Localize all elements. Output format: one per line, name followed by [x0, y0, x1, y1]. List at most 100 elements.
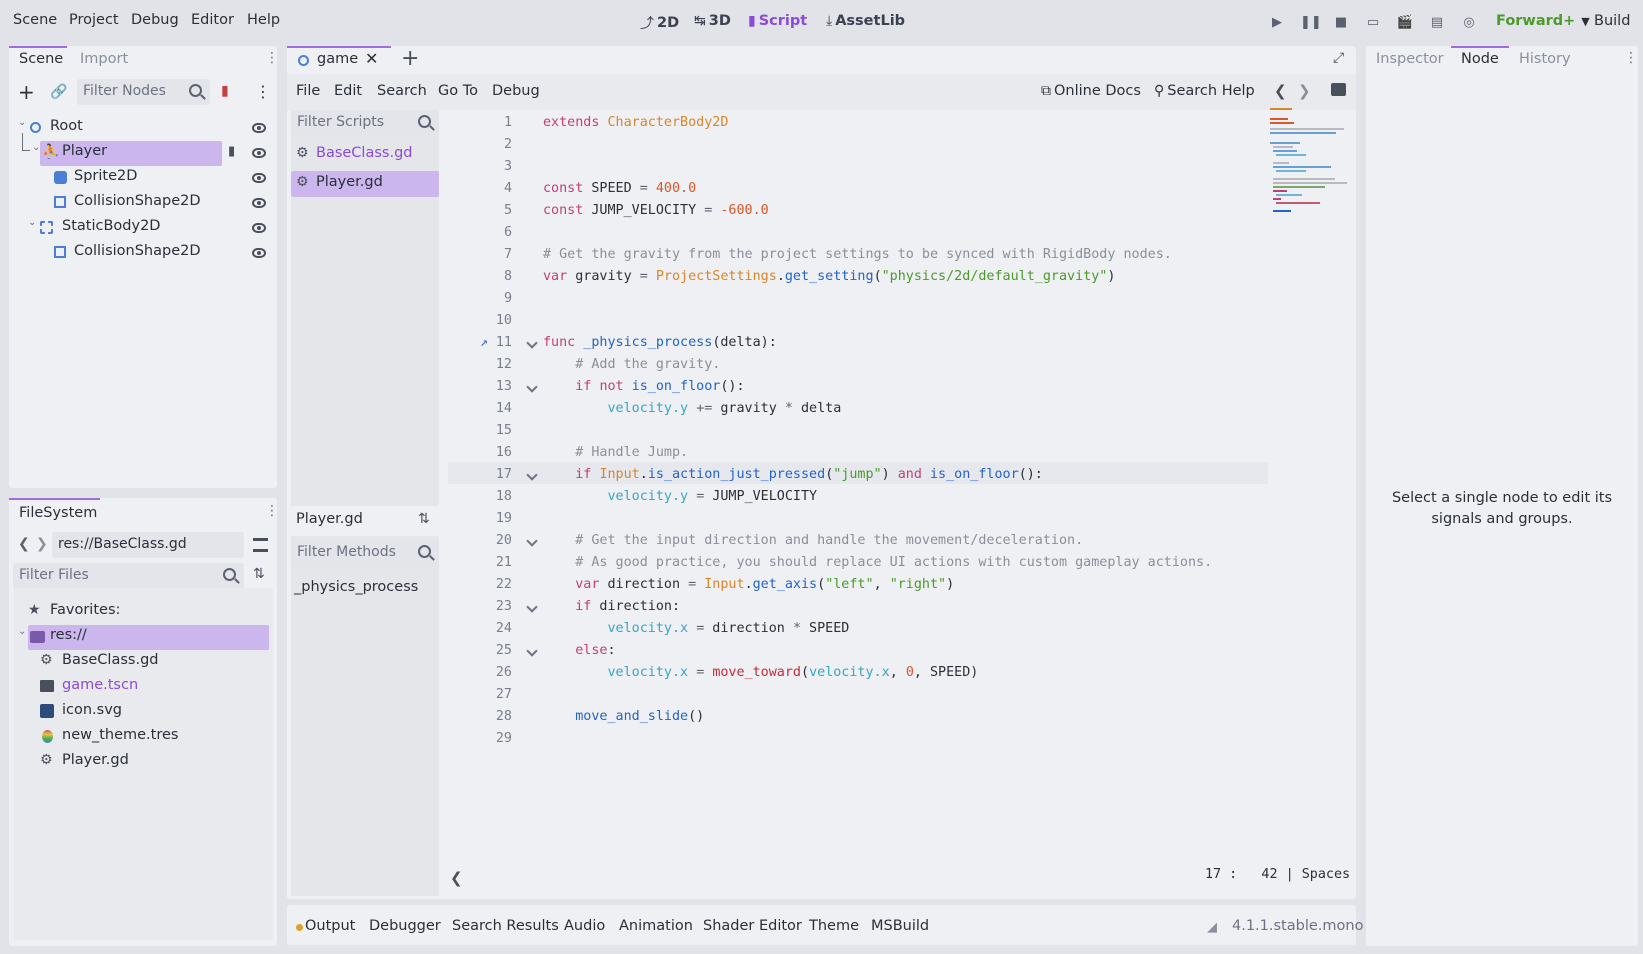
tab-game[interactable]: game ✕ — [287, 46, 391, 74]
tab-shader-editor[interactable]: Shader Editor — [703, 918, 802, 934]
search-help-button[interactable]: ⚲ Search Help — [1154, 83, 1255, 99]
workspace-script-button[interactable]: ▮ Script — [748, 13, 807, 29]
workspace-assetlib-button[interactable]: ⤓ AssetLib — [826, 13, 905, 29]
play-scene-icon[interactable]: 🎬 — [1396, 14, 1414, 32]
workspace-3d-button[interactable]: ↹ 3D — [694, 13, 731, 29]
tab-filesystem[interactable]: FileSystem — [19, 505, 97, 521]
tree-node-collisionshape2d-2[interactable]: CollisionShape2D — [18, 241, 268, 265]
online-docs-button[interactable]: ⧉ Online Docs — [1041, 83, 1141, 99]
visibility-eye-icon[interactable] — [252, 123, 266, 133]
filter-nodes-input[interactable]: Filter Nodes — [77, 79, 210, 105]
menu-editor[interactable]: Editor — [191, 12, 234, 28]
dock-menu-icon[interactable]: ⋮ — [265, 503, 279, 519]
script-menu-debug[interactable]: Debug — [492, 83, 540, 99]
file-new-theme[interactable]: new_theme.tres — [40, 725, 260, 749]
code-minimap[interactable] — [1268, 104, 1350, 214]
attach-script-icon[interactable]: ▮ — [221, 83, 229, 99]
sort-icon[interactable]: ⇅ — [253, 566, 265, 582]
tab-output[interactable]: Output — [305, 918, 355, 934]
script-menu-edit[interactable]: Edit — [334, 83, 362, 99]
sort-icon[interactable]: ⇅ — [418, 511, 430, 527]
script-attached-icon[interactable]: ▮ — [228, 144, 235, 159]
filter-methods-input[interactable]: Filter Methods — [291, 540, 439, 566]
visibility-eye-icon[interactable] — [252, 173, 266, 183]
tree-node-sprite2d[interactable]: Sprite2D — [18, 166, 268, 190]
fold-chevron-icon[interactable] — [526, 645, 538, 657]
toggle-scripts-panel-icon[interactable] — [1331, 83, 1346, 96]
menu-debug[interactable]: Debug — [131, 12, 179, 28]
list-view-icon[interactable] — [253, 538, 268, 552]
file-baseclass[interactable]: ⚙ BaseClass.gd — [40, 650, 260, 674]
workspace-2d-button[interactable]: ⤴ 2D — [640, 13, 679, 33]
next-script-icon[interactable]: ❯ — [1298, 82, 1311, 100]
menu-help[interactable]: Help — [247, 12, 280, 28]
more-options-icon[interactable]: ⋮ — [255, 82, 271, 101]
filter-files-input[interactable]: Filter Files — [13, 563, 244, 589]
previous-script-icon[interactable]: ❮ — [1274, 82, 1287, 100]
menu-scene[interactable]: Scene — [13, 12, 57, 28]
tab-audio[interactable]: Audio — [564, 918, 605, 934]
tab-animation[interactable]: Animation — [619, 918, 693, 934]
dock-menu-icon[interactable]: ⋮ — [1624, 50, 1638, 66]
link-icon[interactable]: 🔗 — [50, 84, 67, 100]
file-icon-svg[interactable]: icon.svg — [40, 700, 260, 724]
file-player-gd[interactable]: ⚙ Player.gd — [40, 750, 260, 774]
fold-chevron-icon[interactable] — [526, 535, 538, 547]
tab-history[interactable]: History — [1519, 51, 1571, 67]
add-node-icon[interactable]: + — [18, 80, 35, 104]
back-icon[interactable]: ❮ — [18, 536, 30, 552]
tab-search-results[interactable]: Search Results — [452, 918, 559, 934]
forward-icon[interactable]: ❯ — [36, 536, 48, 552]
tab-import[interactable]: Import — [80, 51, 128, 67]
tab-msbuild[interactable]: MSBuild — [871, 918, 929, 934]
menu-project[interactable]: Project — [69, 12, 119, 28]
fold-chevron-icon[interactable] — [526, 381, 538, 393]
tab-debugger[interactable]: Debugger — [369, 918, 441, 934]
favorites-row[interactable]: ★ Favorites: — [28, 600, 268, 624]
play-icon[interactable]: ▶ — [1268, 14, 1286, 32]
tab-scene[interactable]: Scene — [19, 51, 63, 67]
version-label[interactable]: 4.1.1.stable.mono — [1232, 918, 1363, 934]
tree-node-player[interactable]: ⌄ ⛹ Player ▮ — [18, 133, 268, 165]
update-spinner-icon[interactable]: ◢ — [1207, 920, 1217, 935]
method-item[interactable]: _physics_process — [294, 579, 418, 595]
visibility-eye-icon[interactable] — [252, 248, 266, 258]
script-item-baseclass[interactable]: ⚙ BaseClass.gd — [294, 143, 438, 167]
distraction-free-icon[interactable]: ⤢ — [1333, 50, 1344, 66]
close-icon[interactable]: ✕ — [365, 49, 378, 68]
build-button[interactable]: Build — [1594, 13, 1630, 29]
stop-icon[interactable]: ■ — [1332, 14, 1350, 32]
visibility-eye-icon[interactable] — [252, 198, 266, 208]
chevron-down-icon[interactable]: ⌄ — [32, 142, 40, 153]
movie-maker-icon[interactable]: ◎ — [1460, 14, 1478, 32]
folder-res-root[interactable]: ⌄ res:// — [18, 625, 268, 649]
chevron-down-icon[interactable]: ⌄ — [18, 626, 26, 637]
tree-node-staticbody2d[interactable]: ⌄ StaticBody2D — [18, 216, 268, 240]
script-menu-goto[interactable]: Go To — [438, 83, 478, 99]
file-game-tscn[interactable]: game.tscn — [40, 675, 260, 699]
script-menu-file[interactable]: File — [296, 83, 320, 99]
dock-menu-icon[interactable]: ⋮ — [265, 50, 279, 66]
path-field[interactable]: res://BaseClass.gd — [52, 532, 244, 558]
pause-icon[interactable]: ❚❚ — [1300, 14, 1322, 32]
tree-node-root[interactable]: ⌄ Root — [18, 116, 268, 140]
visibility-eye-icon[interactable] — [252, 223, 266, 233]
tab-inspector[interactable]: Inspector — [1376, 51, 1444, 67]
filter-scripts-input[interactable]: Filter Scripts — [291, 110, 439, 136]
play-custom-scene-icon[interactable]: ▤ — [1428, 14, 1446, 32]
remote-debug-icon[interactable]: ▭ — [1364, 14, 1382, 32]
visibility-eye-icon[interactable] — [252, 148, 266, 158]
fold-chevron-icon[interactable] — [526, 469, 538, 481]
chevron-down-icon[interactable]: ⌄ — [28, 217, 36, 228]
chevron-down-icon[interactable]: ⌄ — [18, 117, 26, 128]
tree-node-collisionshape2d[interactable]: CollisionShape2D — [18, 191, 268, 215]
toggle-files-panel-icon[interactable]: ❮ — [450, 869, 463, 887]
script-menu-search[interactable]: Search — [377, 83, 427, 99]
tab-theme[interactable]: Theme — [809, 918, 859, 934]
tab-node[interactable]: Node — [1461, 51, 1499, 67]
renderer-select[interactable]: Forward+ ▼ — [1496, 13, 1590, 29]
fold-chevron-icon[interactable] — [526, 337, 538, 349]
new-scene-tab-icon[interactable]: + — [401, 46, 419, 71]
code-editor[interactable]: 1 extends CharacterBody2D 2 3 4 const SPEE… — [448, 112, 1268, 752]
fold-chevron-icon[interactable] — [526, 601, 538, 613]
